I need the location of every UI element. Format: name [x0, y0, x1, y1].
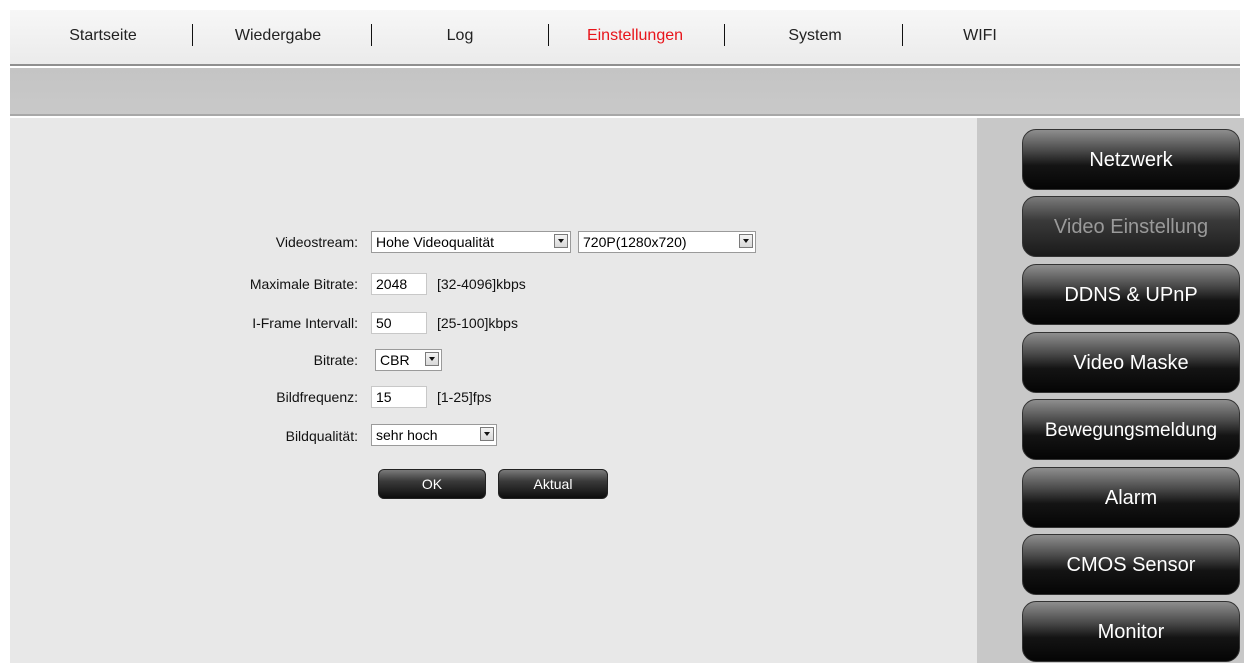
- nav-system[interactable]: System: [765, 10, 865, 62]
- nav-separator: [724, 24, 725, 46]
- nav-separator: [371, 24, 372, 46]
- videostream-label: Videostream:: [275, 234, 358, 250]
- videostream-quality-value: Hohe Videoqualität: [376, 234, 495, 250]
- nav-separator: [192, 24, 193, 46]
- chevron-down-icon: [425, 352, 439, 366]
- videostream-resolution-value: 720P(1280x720): [583, 234, 687, 250]
- framerate-range: [1-25]fps: [437, 389, 492, 405]
- chevron-down-icon: [554, 234, 568, 248]
- max-bitrate-label: Maximale Bitrate:: [249, 276, 358, 292]
- top-navigation: Startseite Wiedergabe Log Einstellungen …: [10, 10, 1240, 66]
- sidebar-item-alarm[interactable]: Alarm: [1022, 467, 1240, 528]
- nav-wiedergabe[interactable]: Wiedergabe: [218, 10, 338, 62]
- sidebar-item-monitor[interactable]: Monitor: [1022, 601, 1240, 662]
- framerate-label: Bildfrequenz:: [276, 389, 358, 405]
- settings-panel: [10, 118, 977, 663]
- page: Startseite Wiedergabe Log Einstellungen …: [0, 0, 1244, 663]
- bitrate-value: CBR: [380, 352, 410, 368]
- videostream-quality-select[interactable]: Hohe Videoqualität: [371, 231, 571, 253]
- max-bitrate-input[interactable]: 2048: [371, 273, 427, 295]
- bitrate-select[interactable]: CBR: [375, 349, 442, 371]
- videostream-resolution-select[interactable]: 720P(1280x720): [578, 231, 756, 253]
- max-bitrate-range: [32-4096]kbps: [437, 276, 526, 292]
- sidebar-item-netzwerk[interactable]: Netzwerk: [1022, 129, 1240, 190]
- iframe-interval-input[interactable]: 50: [371, 312, 427, 334]
- bitrate-label: Bitrate:: [313, 352, 358, 368]
- nav-separator: [902, 24, 903, 46]
- sidebar-item-bewegungsmeldung[interactable]: Bewegungsmeldung: [1022, 399, 1240, 460]
- image-quality-value: sehr hoch: [376, 427, 438, 443]
- image-quality-select[interactable]: sehr hoch: [371, 424, 497, 446]
- framerate-input[interactable]: 15: [371, 386, 427, 408]
- nav-log[interactable]: Log: [420, 10, 500, 62]
- sidebar-item-video-maske[interactable]: Video Maske: [1022, 332, 1240, 393]
- nav-einstellungen[interactable]: Einstellungen: [570, 10, 700, 62]
- ok-button[interactable]: OK: [378, 469, 486, 499]
- sidebar-item-ddns-upnp[interactable]: DDNS & UPnP: [1022, 264, 1240, 325]
- chevron-down-icon: [480, 427, 494, 441]
- image-quality-label: Bildqualität:: [285, 428, 358, 444]
- sidebar-item-cmos-sensor[interactable]: CMOS Sensor: [1022, 534, 1240, 595]
- iframe-interval-range: [25-100]kbps: [437, 315, 518, 331]
- nav-separator: [548, 24, 549, 46]
- refresh-button[interactable]: Aktual: [498, 469, 608, 499]
- nav-wifi[interactable]: WIFI: [950, 10, 1010, 62]
- chevron-down-icon: [739, 234, 753, 248]
- sidebar-item-video-einstellung[interactable]: Video Einstellung: [1022, 196, 1240, 257]
- header-band: [10, 68, 1240, 116]
- nav-startseite[interactable]: Startseite: [48, 10, 158, 62]
- iframe-interval-label: I-Frame Intervall:: [252, 315, 358, 331]
